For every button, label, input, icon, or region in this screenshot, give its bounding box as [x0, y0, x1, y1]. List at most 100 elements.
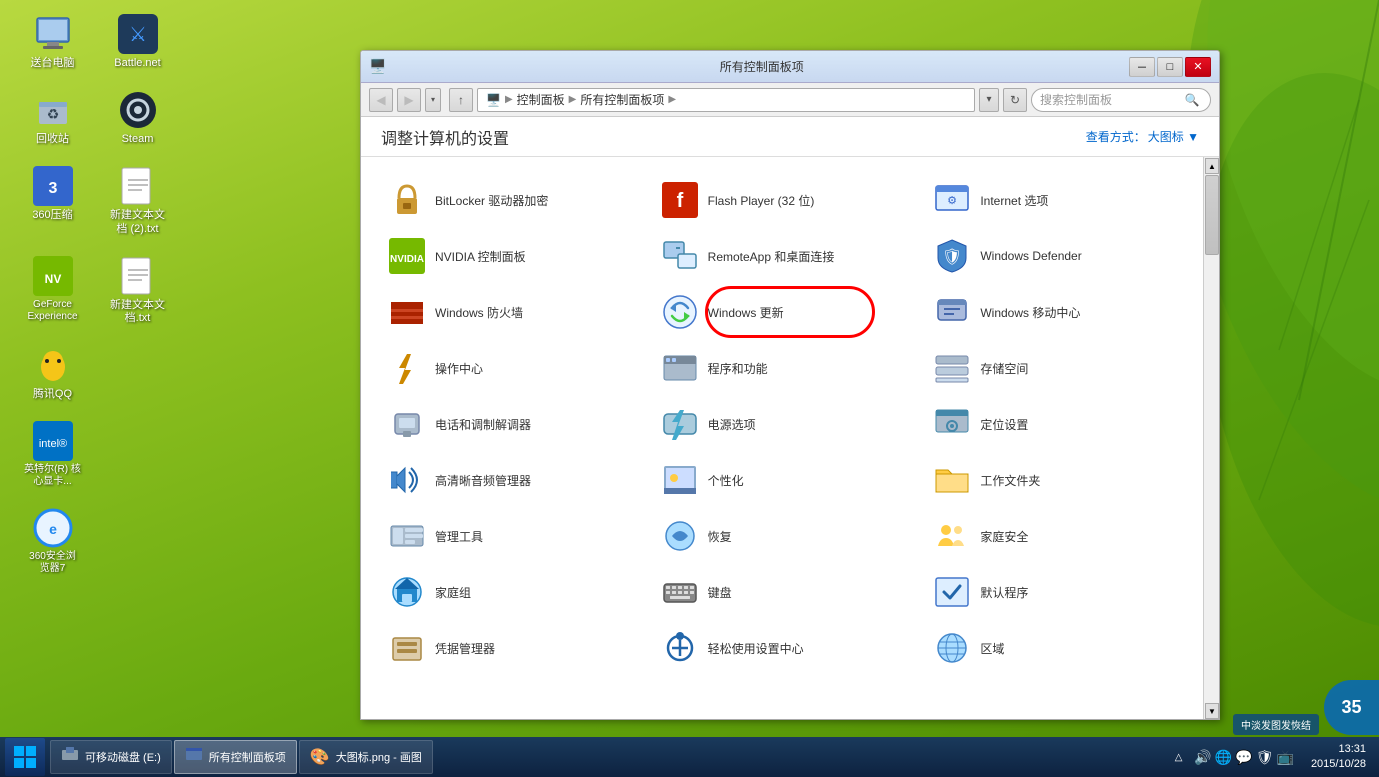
desktop-icon-recycle[interactable]: ♻ 回收站 [15, 86, 90, 149]
tray-monitor-icon[interactable]: 📺 [1277, 749, 1294, 766]
close-button[interactable]: ✕ [1185, 57, 1211, 77]
control-panel-grid: BitLocker 驱动器加密 f Flash Player (32 位) [381, 172, 1199, 676]
cp-item-internet[interactable]: ⚙ Internet 选项 [926, 172, 1199, 228]
cp-item-mgmt[interactable]: 管理工具 [381, 508, 654, 564]
newtext2-icon [117, 255, 159, 297]
cp-item-remoteapp[interactable]: RemoteApp 和桌面连接 [654, 228, 927, 284]
steam-icon [117, 89, 159, 131]
cp-item-audio[interactable]: 高清晰音频管理器 [381, 452, 654, 508]
workfolder-icon [934, 462, 970, 498]
tray-volume-icon[interactable]: 🔊 [1194, 749, 1211, 766]
desktop-icon-intel[interactable]: intel® 英特尔(R) 核心显卡... [15, 417, 90, 491]
tray-action-center-icon[interactable]: 💬 [1235, 749, 1252, 766]
system-clock[interactable]: 13:31 2015/10/28 [1303, 742, 1374, 773]
window-title: 所有控制面板项 [394, 58, 1129, 75]
defaults-label: 默认程序 [980, 584, 1028, 601]
cp-item-workfolder[interactable]: 工作文件夹 [926, 452, 1199, 508]
address-dropdown[interactable]: ▾ [979, 88, 999, 112]
view-mode-value: 大图标 ▼ [1148, 128, 1199, 145]
start-button[interactable] [5, 738, 45, 776]
refresh-button[interactable]: ↻ [1003, 88, 1027, 112]
desktop-icon-360browser[interactable]: e 360安全浏览器7 [15, 504, 90, 578]
cp-item-storage[interactable]: 存储空间 [926, 340, 1199, 396]
cp-item-programs[interactable]: 程序和功能 [654, 340, 927, 396]
nav-dropdown[interactable]: ▾ [425, 88, 441, 112]
programs-icon [662, 350, 698, 386]
location-label: 定位设置 [980, 416, 1028, 433]
bitlocker-icon [389, 182, 425, 218]
360safe-icon: 3 [32, 165, 74, 207]
desktop-icon-steam[interactable]: Steam [100, 86, 175, 149]
family-icon [934, 518, 970, 554]
cp-item-update[interactable]: Windows 更新 [654, 284, 927, 340]
maximize-button[interactable]: □ [1157, 57, 1183, 77]
recovery-icon [662, 518, 698, 554]
tray-expand-button[interactable]: △ [1172, 752, 1186, 763]
paint-label: 大图标.png - 画图 [336, 749, 422, 765]
cp-item-bitlocker[interactable]: BitLocker 驱动器加密 [381, 172, 654, 228]
cp-item-nvidia[interactable]: NVIDIA NVIDIA 控制面板 [381, 228, 654, 284]
personal-icon [662, 462, 698, 498]
cp-item-personal[interactable]: 个性化 [654, 452, 927, 508]
up-button[interactable]: ↑ [449, 88, 473, 112]
taskbar-item-paint[interactable]: 🎨 大图标.png - 画图 [299, 740, 433, 774]
action-icon [389, 350, 425, 386]
desktop-icon-newtext2[interactable]: 新建文本文 档.txt [100, 252, 175, 328]
cp-item-flash[interactable]: f Flash Player (32 位) [654, 172, 927, 228]
minimize-button[interactable]: － [1129, 57, 1155, 77]
cp-item-credential[interactable]: 凭据管理器 [381, 620, 654, 676]
search-icon[interactable]: 🔍 [1182, 90, 1202, 110]
mobility-icon [934, 294, 970, 330]
desktop-icon-battlenet[interactable]: ⚔ Battle.net [100, 10, 175, 73]
cp-item-homegroup[interactable]: 家庭组 [381, 564, 654, 620]
corner-badge: 35 [1324, 680, 1379, 735]
cp-item-action[interactable]: 操作中心 [381, 340, 654, 396]
desktop-icons-area: 送台电脑 ⚔ Battle.net ♻ [15, 10, 175, 578]
panel-header: 调整计算机的设置 查看方式： 大图标 ▼ [361, 117, 1219, 157]
back-button[interactable]: ◀ [369, 88, 393, 112]
cp-item-accessibility[interactable]: 轻松使用设置中心 [654, 620, 927, 676]
update-icon [662, 294, 698, 330]
search-box[interactable]: 搜索控制面板 🔍 [1031, 88, 1211, 112]
svg-text:3: 3 [48, 180, 57, 197]
forward-button[interactable]: ▶ [397, 88, 421, 112]
cp-item-power[interactable]: 电源选项 [654, 396, 927, 452]
update-label: Windows 更新 [708, 304, 784, 321]
desktop-icon-geforce[interactable]: NV GeForceExperience [15, 252, 90, 328]
desktop-icon-my-computer[interactable]: 送台电脑 [15, 10, 90, 73]
cp-item-firewall[interactable]: Windows 防火墙 [381, 284, 654, 340]
defaults-icon [934, 574, 970, 610]
removable-disk-label: 可移动磁盘 (E:) [85, 749, 161, 765]
scroll-thumb[interactable] [1205, 175, 1219, 255]
cp-item-region[interactable]: 区域 [926, 620, 1199, 676]
panel-header-title: 调整计算机的设置 [381, 125, 509, 149]
audio-label: 高清晰音频管理器 [435, 472, 531, 489]
cp-item-defaults[interactable]: 默认程序 [926, 564, 1199, 620]
location-icon [934, 406, 970, 442]
cp-item-keyboard[interactable]: 键盘 [654, 564, 927, 620]
cp-item-recovery[interactable]: 恢复 [654, 508, 927, 564]
taskbar-item-removable[interactable]: 可移动磁盘 (E:) [50, 740, 172, 774]
tray-network-icon[interactable]: 🌐 [1215, 749, 1232, 766]
cp-item-family[interactable]: 家庭安全 [926, 508, 1199, 564]
cp-item-modem[interactable]: 电话和调制解调器 [381, 396, 654, 452]
tray-icons-area: 🔊 🌐 💬 🛡 📺 [1189, 749, 1299, 766]
remoteapp-label: RemoteApp 和桌面连接 [708, 248, 835, 265]
taskbar-item-controlpanel[interactable]: 所有控制面板项 [174, 740, 297, 774]
tray-shield-icon[interactable]: 🛡 [1256, 749, 1274, 766]
scrollbar[interactable]: ▲ ▼ [1203, 157, 1219, 719]
desktop-icon-360safe[interactable]: 3 360压缩 [15, 162, 90, 238]
audio-icon [389, 462, 425, 498]
desktop-icon-qq[interactable]: 腾讯QQ [15, 341, 90, 404]
cp-item-location[interactable]: 定位设置 [926, 396, 1199, 452]
desktop-icon-newtext1[interactable]: 新建文本文 档 (2).txt [100, 162, 175, 238]
view-mode-selector[interactable]: 查看方式： 大图标 ▼ [1086, 128, 1199, 145]
scroll-down-button[interactable]: ▼ [1205, 703, 1219, 719]
scroll-up-button[interactable]: ▲ [1205, 158, 1219, 174]
address-path[interactable]: 🖥️ ▶ 控制面板 ▶ 所有控制面板项 ▶ [477, 88, 975, 112]
cp-item-mobility[interactable]: Windows 移动中心 [926, 284, 1199, 340]
content-area[interactable]: BitLocker 驱动器加密 f Flash Player (32 位) [361, 157, 1219, 719]
cp-item-defender[interactable]: 🛡 Windows Defender [926, 228, 1199, 284]
search-placeholder: 搜索控制面板 [1040, 91, 1182, 108]
corner-badge-number: 35 [1341, 697, 1361, 718]
